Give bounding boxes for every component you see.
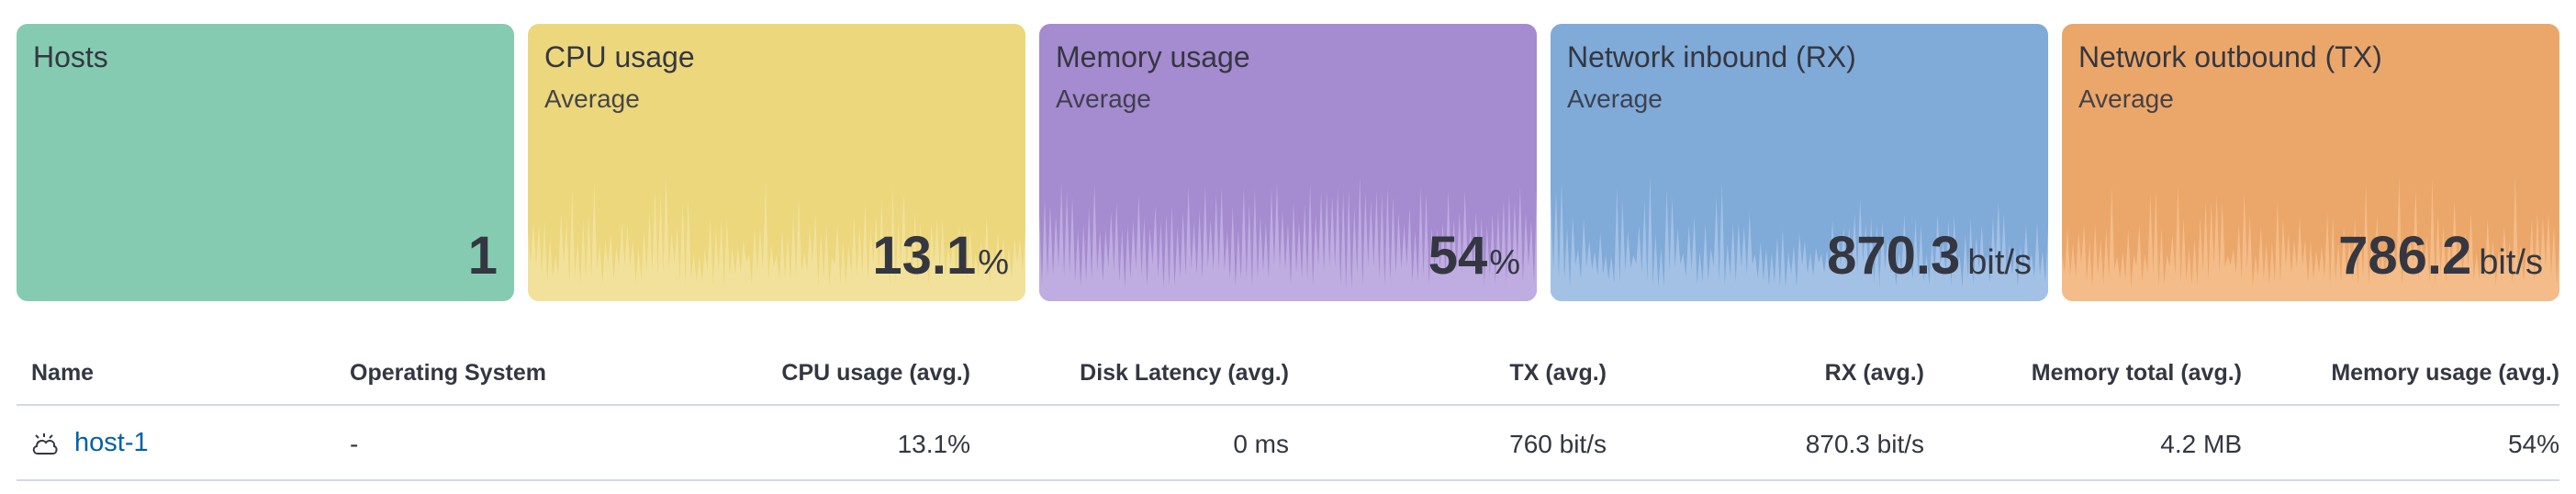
network-outbound-card[interactable]: Network outbound (TX) Average 786.2 bit/s (2062, 24, 2559, 301)
column-header-memory-total[interactable]: Memory total (avg.) (2032, 360, 2242, 387)
table-header: Name Operating System CPU usage (avg.) D… (17, 340, 2559, 406)
column-header-disk-latency[interactable]: Disk Latency (avg.) (1080, 360, 1289, 387)
card-title: Memory usage (1056, 40, 1250, 73)
cell-cpu: 13.1% (897, 430, 970, 458)
column-header-os[interactable]: Operating System (350, 360, 546, 387)
network-inbound-card[interactable]: Network inbound (RX) Average 870.3 bit/s (1551, 24, 2048, 301)
card-title: CPU usage (544, 40, 695, 73)
host-name-link[interactable]: host-1 (74, 428, 149, 457)
column-header-tx[interactable]: TX (avg.) (1509, 360, 1607, 387)
card-subtitle: Average (544, 84, 640, 113)
card-value: 1 (467, 226, 498, 286)
card-value: 54% (1428, 226, 1520, 286)
table-row: host-1 - 13.1% 0 ms 760 bit/s 870.3 bit/… (17, 406, 2559, 481)
cell-memory-usage: 54% (2507, 430, 2559, 458)
card-title: Hosts (33, 40, 108, 73)
card-title: Network outbound (TX) (2078, 40, 2382, 73)
cell-disk-latency: 0 ms (1233, 430, 1289, 458)
column-header-memory-usage[interactable]: Memory usage (avg.) (2331, 360, 2559, 387)
card-title: Network inbound (RX) (1567, 40, 1856, 73)
column-header-rx[interactable]: RX (avg.) (1825, 360, 1924, 387)
metric-cards: Hosts 1 CPU usage Average 13.1% Memory u… (17, 24, 2559, 301)
card-subtitle: Average (1567, 84, 1663, 113)
hosts-table: Name Operating System CPU usage (avg.) D… (17, 340, 2559, 481)
host-cloud-icon (32, 433, 58, 455)
cell-memory-total: 4.2 MB (2160, 430, 2242, 458)
column-header-cpu[interactable]: CPU usage (avg.) (781, 360, 970, 387)
card-value: 13.1% (872, 226, 1009, 286)
card-value: 870.3 bit/s (1827, 226, 2032, 286)
cell-os: - (350, 430, 359, 458)
card-subtitle: Average (2078, 84, 2174, 113)
cpu-usage-card[interactable]: CPU usage Average 13.1% (528, 24, 1025, 301)
cell-rx: 870.3 bit/s (1805, 430, 1924, 458)
hosts-card[interactable]: Hosts 1 (17, 24, 514, 301)
column-header-name[interactable]: Name (31, 360, 94, 387)
cell-tx: 760 bit/s (1509, 430, 1607, 458)
card-subtitle: Average (1056, 84, 1151, 113)
card-value: 786.2 bit/s (2338, 226, 2543, 286)
memory-usage-card[interactable]: Memory usage Average 54% (1039, 24, 1537, 301)
